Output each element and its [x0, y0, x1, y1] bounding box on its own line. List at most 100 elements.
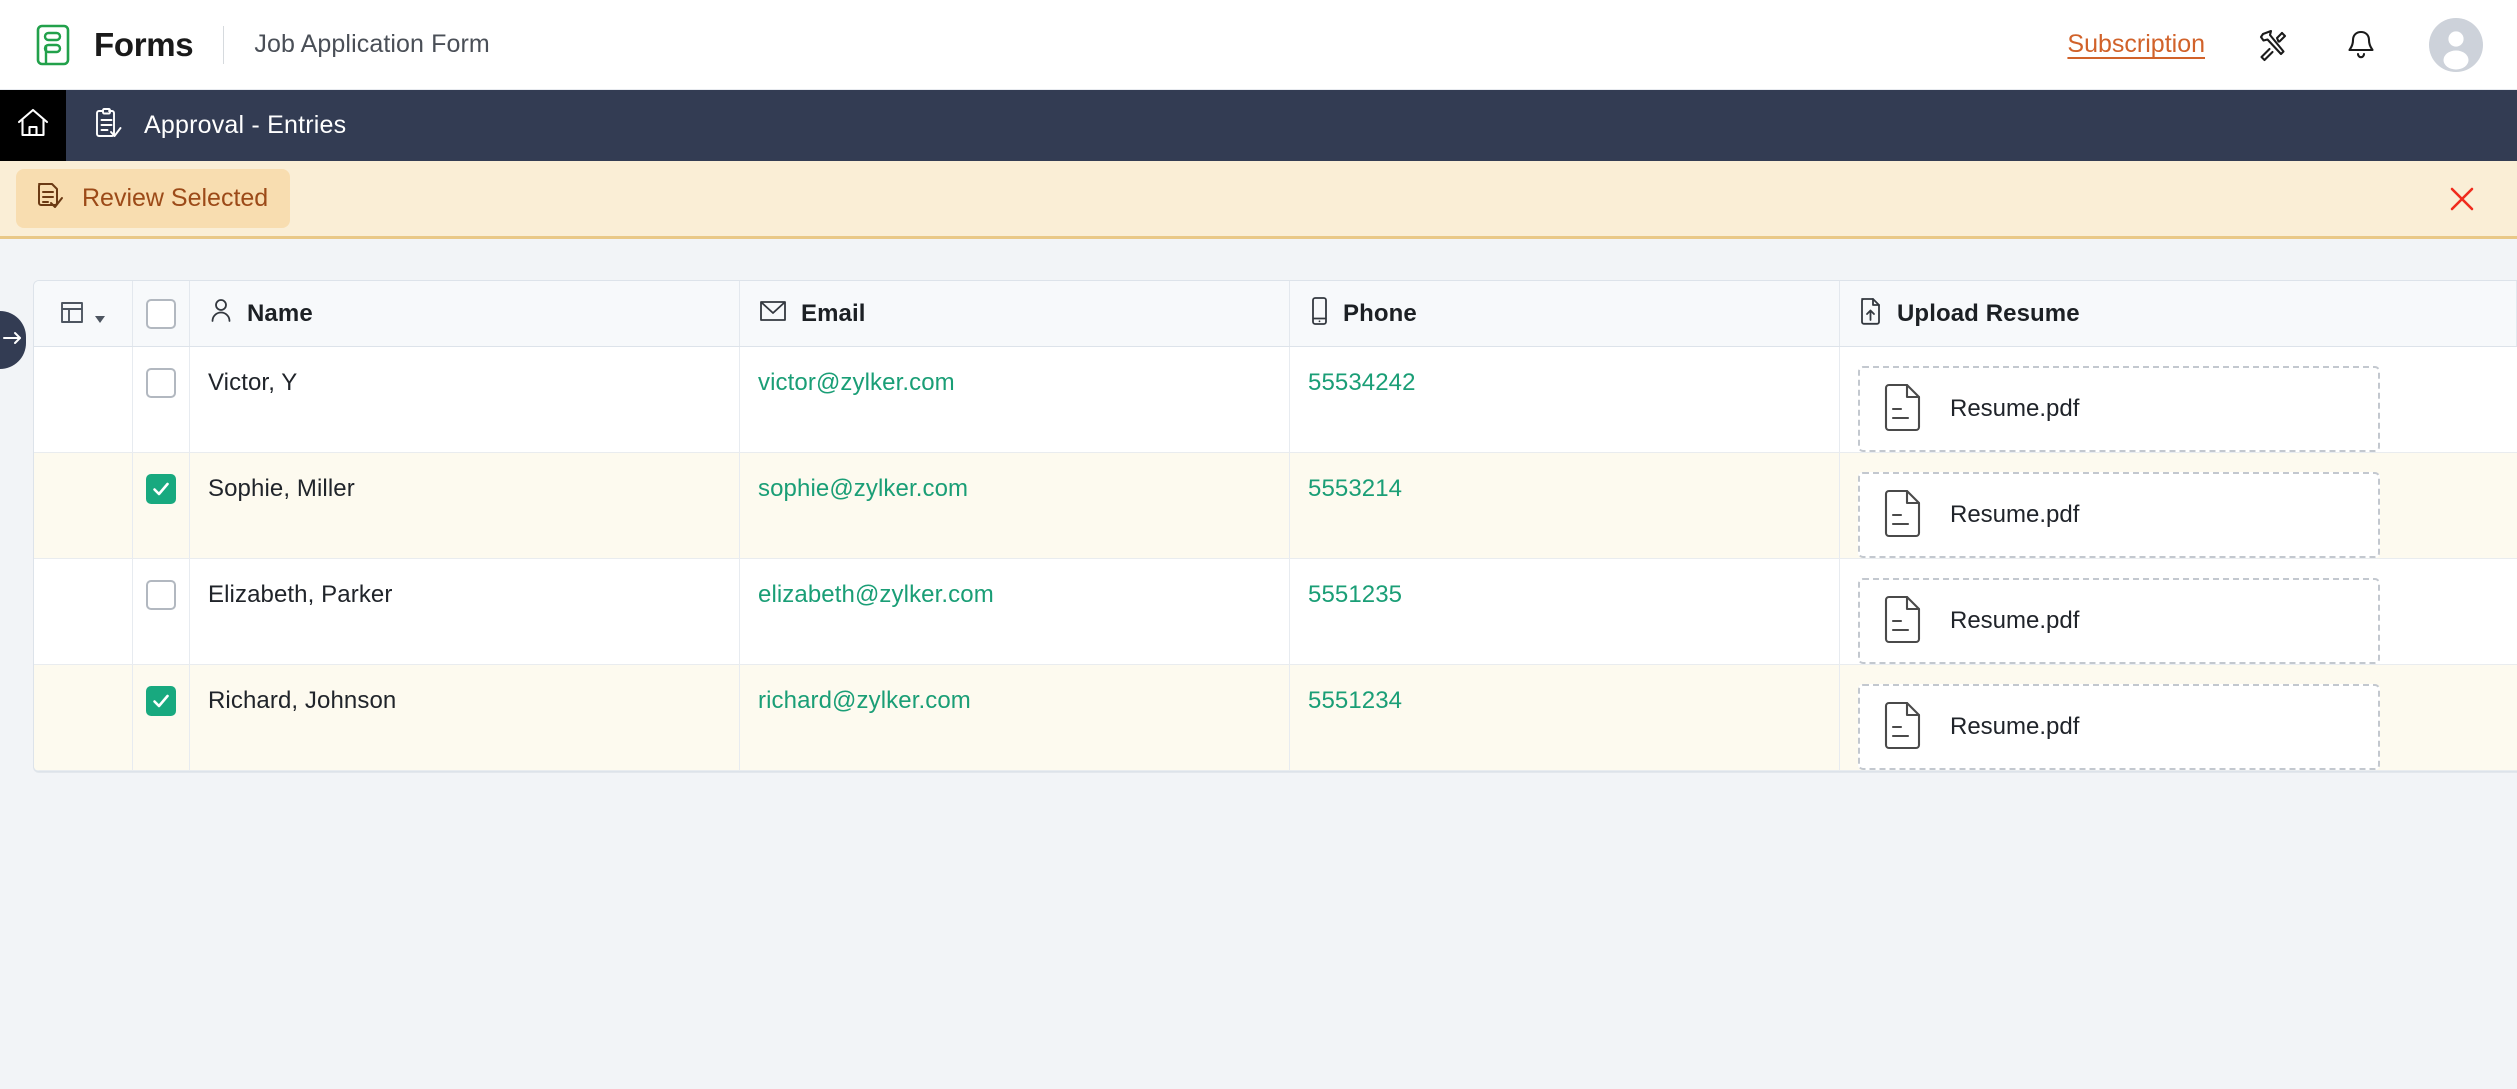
resume-filename: Resume.pdf [1950, 501, 2080, 528]
resume-attachment[interactable]: Resume.pdf [1858, 366, 2380, 452]
row-select-cell [133, 665, 190, 770]
row-resume-cell: Resume.pdf [1840, 347, 2517, 452]
row-select-cell [133, 559, 190, 664]
phone-value[interactable]: 55534242 [1308, 368, 1416, 398]
row-email-cell: richard@zylker.com [740, 665, 1290, 770]
review-selected-button[interactable]: Review Selected [16, 169, 291, 228]
name-value: Elizabeth, Parker [208, 581, 393, 608]
avatar[interactable] [2429, 17, 2483, 72]
table-row[interactable]: Sophie, Miller sophie@zylker.com 5553214 Re… [34, 453, 2517, 559]
row-select-checkbox[interactable] [146, 368, 176, 398]
select-all-checkbox[interactable] [146, 298, 176, 329]
column-header-email[interactable]: Email [740, 281, 1290, 346]
column-header-select-all [133, 281, 190, 346]
row-phone-cell: 5553214 [1290, 453, 1840, 558]
row-resume-cell: Resume.pdf [1840, 559, 2517, 664]
subscription-link[interactable]: Subscription [2067, 30, 2205, 59]
resume-attachment[interactable]: Resume.pdf [1858, 684, 2380, 770]
app-header: Forms Job Application Form Subscription [0, 0, 2517, 90]
review-action-bar: Review Selected [0, 161, 2517, 239]
nav-item-approval-entries[interactable]: Approval - Entries [66, 90, 346, 161]
row-resume-cell: Resume.pdf [1840, 453, 2517, 558]
column-header-layout [34, 281, 133, 346]
row-select-cell [133, 453, 190, 558]
sidebar-expand-handle[interactable] [0, 311, 26, 369]
forms-logo-icon [34, 24, 76, 66]
form-title: Job Application Form [254, 30, 490, 58]
email-value[interactable]: richard@zylker.com [758, 686, 971, 716]
brand-name: Forms [94, 25, 194, 63]
mobile-phone-icon [1308, 296, 1330, 331]
document-file-icon [1882, 487, 1926, 544]
table-row[interactable]: Elizabeth, Parker elizabeth@zylker.com 555… [34, 559, 2517, 665]
column-label: Upload Resume [1897, 299, 2080, 327]
document-check-icon [34, 180, 66, 217]
row-name-cell: Sophie, Miller [190, 453, 740, 558]
email-value[interactable]: elizabeth@zylker.com [758, 580, 994, 610]
row-email-cell: elizabeth@zylker.com [740, 559, 1290, 664]
column-label: Phone [1343, 299, 1417, 327]
entries-table-wrapper: Name Email Phone Upload Resume Victor, Y… [0, 239, 2517, 772]
envelope-icon [758, 298, 788, 329]
row-select-checkbox[interactable] [146, 580, 176, 610]
row-layout-cell [34, 347, 133, 452]
table-row[interactable]: Victor, Y victor@zylker.com 55534242 Resume… [34, 347, 2517, 453]
person-icon [208, 297, 234, 330]
table-row[interactable]: Richard, Johnson richard@zylker.com 555123… [34, 665, 2517, 771]
row-phone-cell: 5551235 [1290, 559, 1840, 664]
column-label: Name [247, 299, 313, 327]
entries-table: Name Email Phone Upload Resume Victor, Y… [33, 280, 2517, 772]
home-button[interactable] [0, 90, 66, 161]
header-actions: Subscription [2067, 17, 2483, 72]
row-name-cell: Elizabeth, Parker [190, 559, 740, 664]
name-value: Richard, Johnson [208, 687, 397, 714]
review-selected-label: Review Selected [82, 184, 269, 212]
document-file-icon [1882, 381, 1926, 438]
header-divider [223, 25, 225, 64]
brand[interactable]: Forms [34, 24, 194, 66]
row-name-cell: Victor, Y [190, 347, 740, 452]
nav-item-label: Approval - Entries [144, 111, 347, 139]
row-layout-cell [34, 453, 133, 558]
row-select-cell [133, 347, 190, 452]
phone-value[interactable]: 5553214 [1308, 474, 1402, 504]
email-value[interactable]: sophie@zylker.com [758, 474, 968, 504]
document-file-icon [1882, 699, 1926, 756]
row-layout-cell [34, 559, 133, 664]
column-header-phone[interactable]: Phone [1290, 281, 1840, 346]
close-x-icon[interactable] [2441, 178, 2483, 220]
clipboard-check-icon [94, 107, 124, 144]
tools-icon[interactable] [2253, 25, 2293, 65]
document-file-icon [1882, 593, 1926, 650]
row-email-cell: victor@zylker.com [740, 347, 1290, 452]
email-value[interactable]: victor@zylker.com [758, 368, 955, 398]
navigation-bar: Approval - Entries [0, 90, 2517, 161]
resume-attachment[interactable]: Resume.pdf [1858, 472, 2380, 558]
home-icon [14, 104, 52, 147]
column-label: Email [801, 299, 866, 327]
name-value: Victor, Y [208, 369, 298, 396]
name-value: Sophie, Miller [208, 475, 355, 502]
caret-down-icon [95, 315, 105, 323]
arrow-right-icon [2, 327, 26, 354]
resume-filename: Resume.pdf [1950, 395, 2080, 422]
table-body: Victor, Y victor@zylker.com 55534242 Resume… [34, 347, 2517, 771]
resume-attachment[interactable]: Resume.pdf [1858, 578, 2380, 664]
notification-bell-icon[interactable] [2341, 25, 2381, 65]
row-name-cell: Richard, Johnson [190, 665, 740, 770]
row-select-checkbox[interactable] [146, 686, 176, 716]
resume-filename: Resume.pdf [1950, 607, 2080, 634]
column-header-name[interactable]: Name [190, 281, 740, 346]
table-header-row: Name Email Phone Upload Resume [34, 281, 2517, 347]
resume-filename: Resume.pdf [1950, 713, 2080, 740]
table-layout-icon[interactable] [59, 299, 107, 329]
column-header-upload-resume[interactable]: Upload Resume [1840, 281, 2517, 346]
row-layout-cell [34, 665, 133, 770]
phone-value[interactable]: 5551235 [1308, 580, 1402, 610]
phone-value[interactable]: 5551234 [1308, 686, 1402, 716]
row-phone-cell: 5551234 [1290, 665, 1840, 770]
row-select-checkbox[interactable] [146, 474, 176, 504]
row-resume-cell: Resume.pdf [1840, 665, 2517, 770]
file-upload-icon [1858, 296, 1884, 331]
row-phone-cell: 55534242 [1290, 347, 1840, 452]
